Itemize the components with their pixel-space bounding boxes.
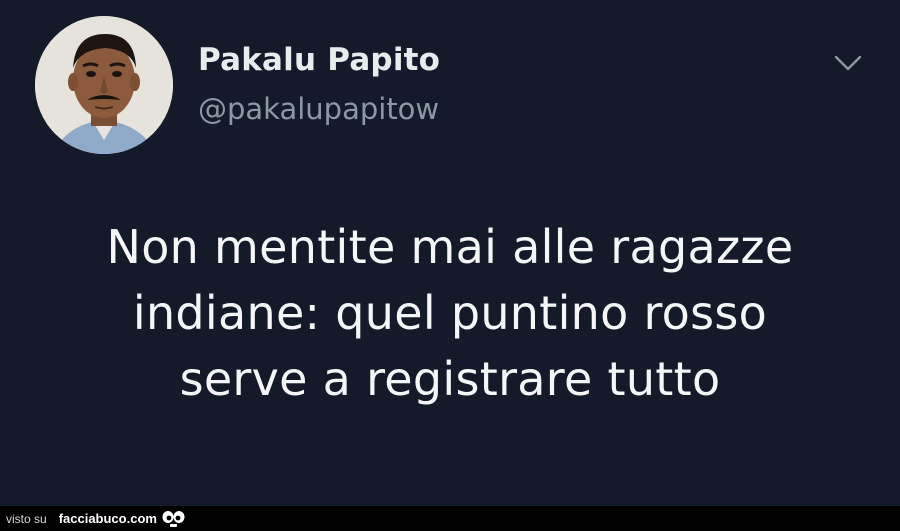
- avatar[interactable]: [35, 16, 173, 154]
- tweet-text-line: indiane: quel puntino rosso: [132, 286, 768, 340]
- chevron-down-icon[interactable]: [832, 52, 864, 74]
- tweet-text: Non mentite mai alle ragazze indiane: qu…: [0, 214, 900, 412]
- eyes-logo-icon: [162, 510, 185, 527]
- display-name[interactable]: Pakalu Papito: [198, 42, 440, 78]
- avatar-photo: [35, 16, 173, 154]
- tweet-card: Pakalu Papito @pakalupapitow Non mentite…: [0, 0, 900, 506]
- tweet-text-line: Non mentite mai alle ragazze: [106, 220, 794, 274]
- tweet-text-line: serve a registrare tutto: [179, 352, 721, 406]
- footer-site-link[interactable]: facciabuco.com: [59, 511, 157, 526]
- footer-prefix: visto su: [6, 511, 47, 526]
- user-handle[interactable]: @pakalupapitow: [198, 92, 439, 126]
- watermark-footer: visto su facciabuco.com: [0, 506, 900, 531]
